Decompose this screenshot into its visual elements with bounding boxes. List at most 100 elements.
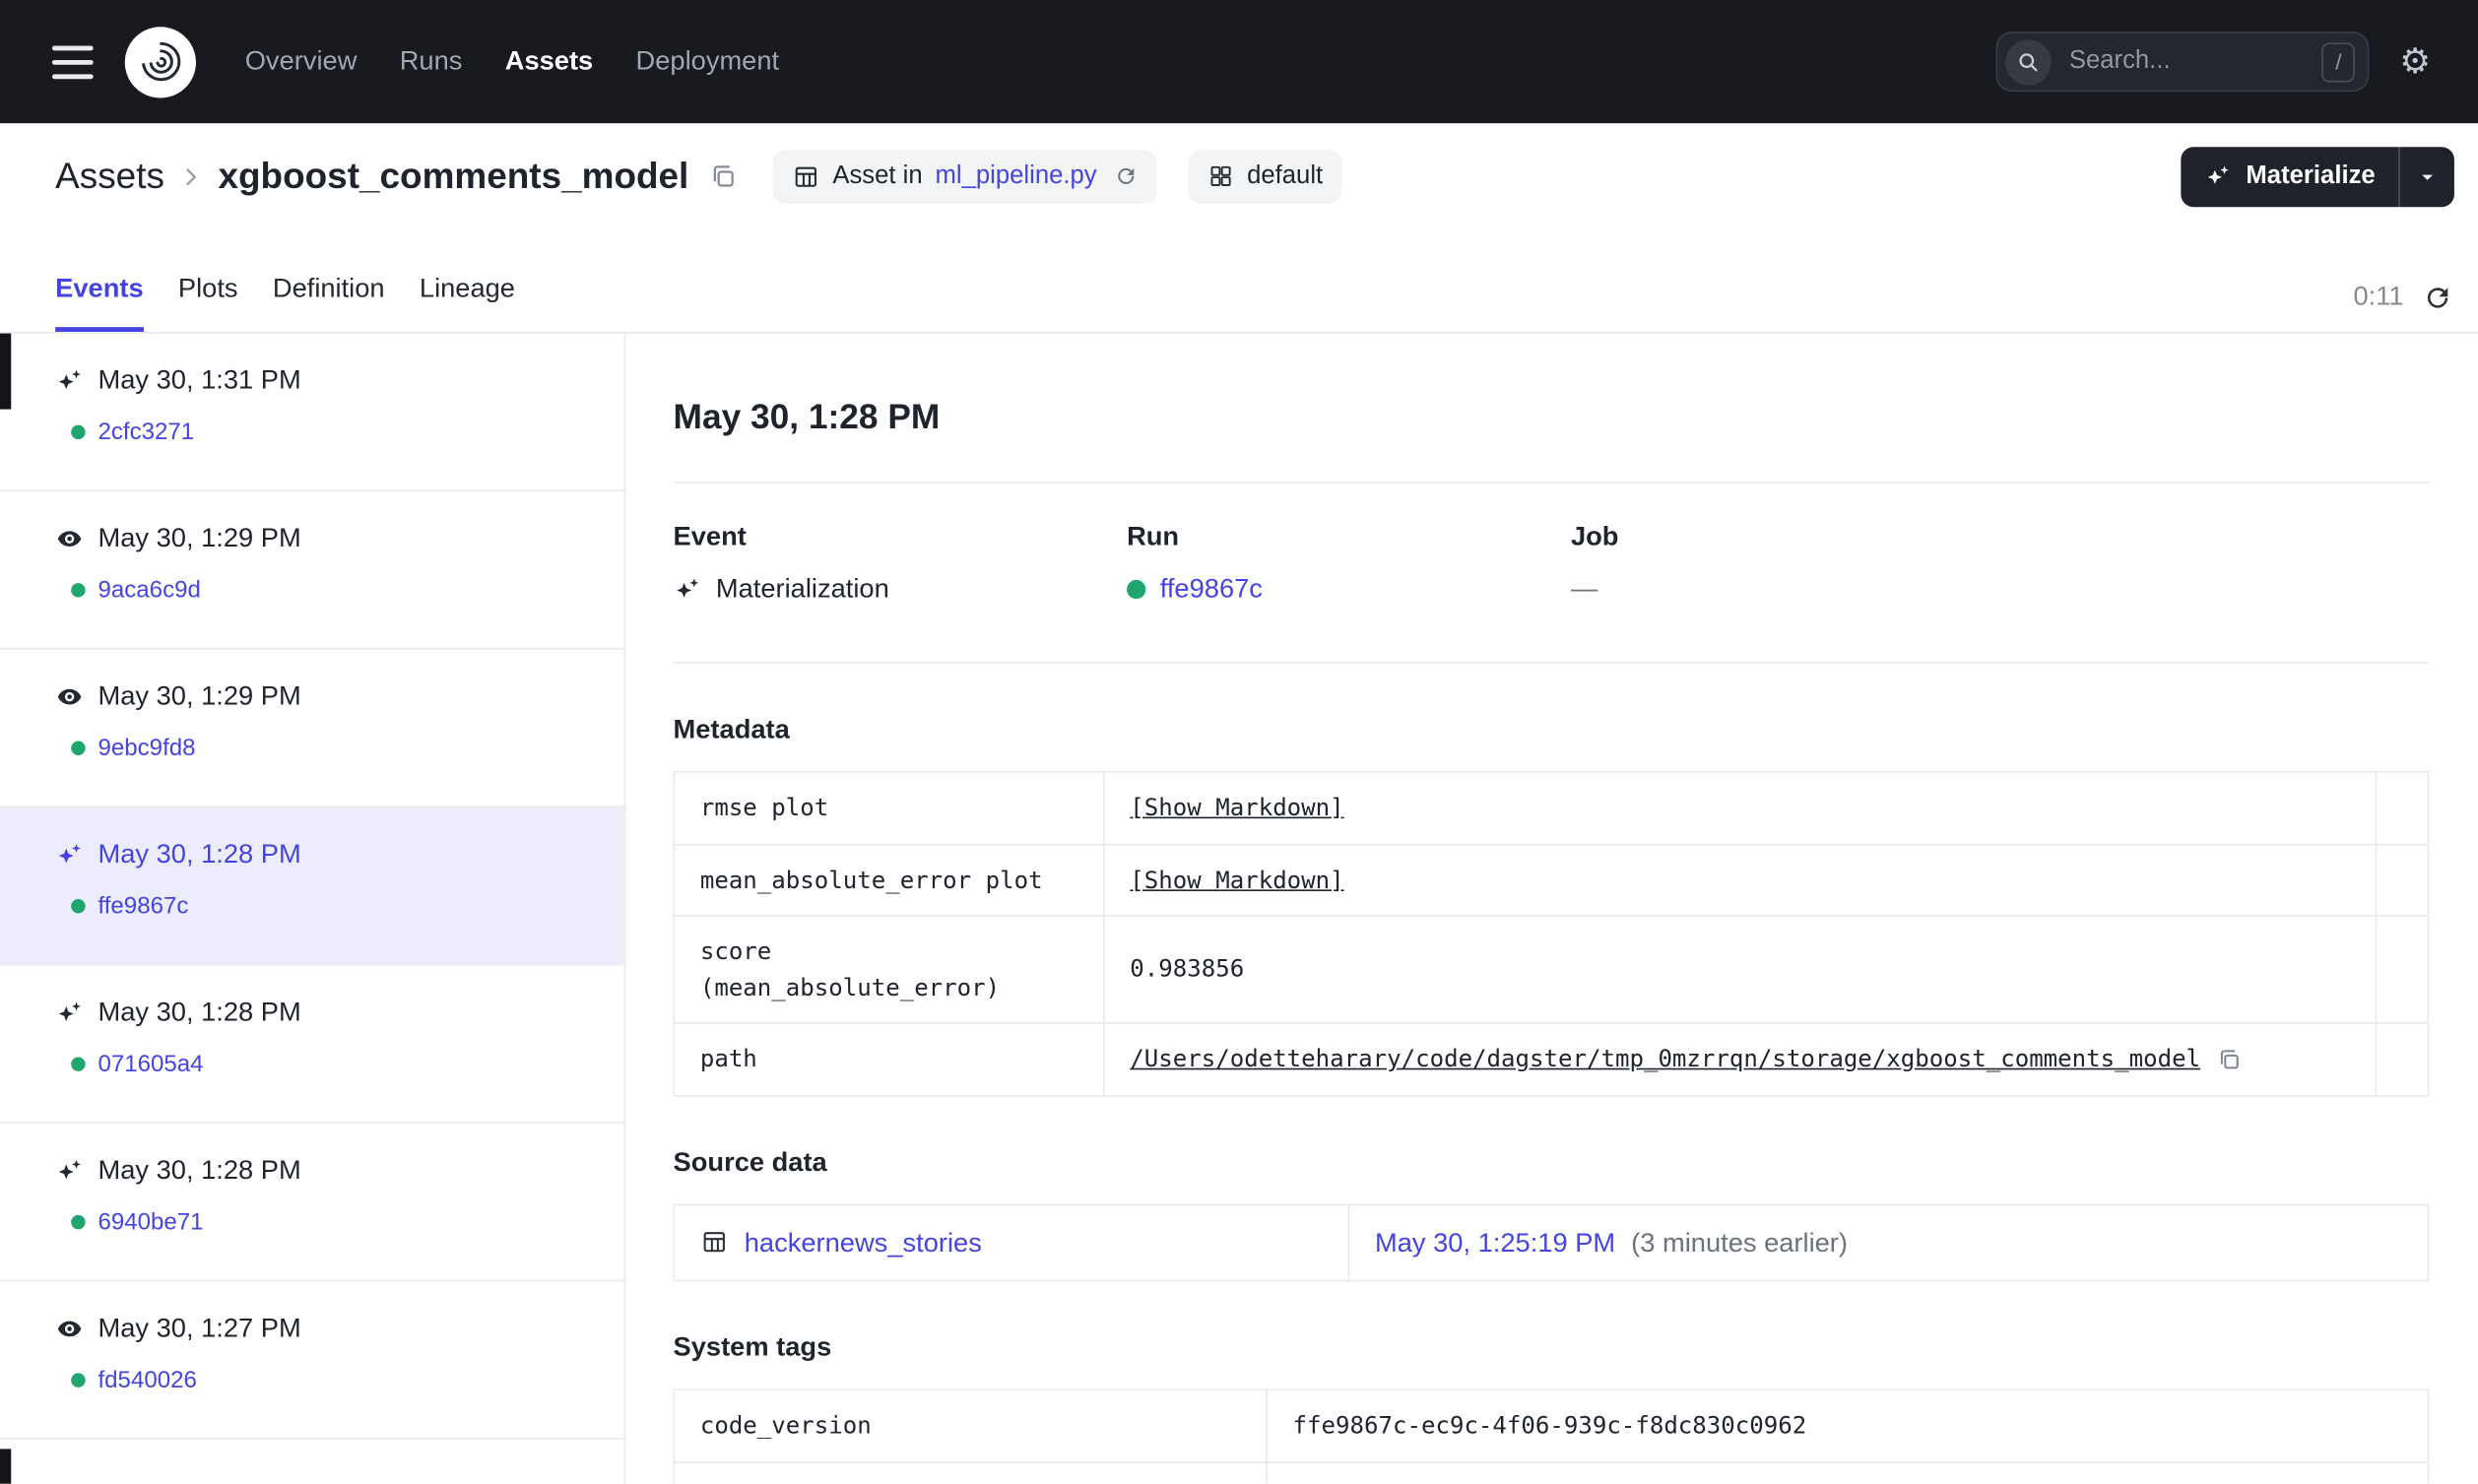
breadcrumb-assets-link[interactable]: Assets [55,155,164,197]
event-list-scrollbar-thumb[interactable] [0,1449,12,1484]
event-timestamp: May 30, 1:31 PM [98,364,301,396]
run-id-link[interactable]: 9ebc9fd8 [98,735,195,761]
run-id-link[interactable]: 9aca6c9d [98,577,200,604]
materialization-icon [55,841,84,870]
tab-bar: Events Plots Definition Lineage 0:11 [0,229,2478,334]
nav-item-deployment[interactable]: Deployment [636,46,780,78]
event-timestamp: May 30, 1:29 PM [98,680,301,712]
system-tags-table: code_version ffe9867c-ec9c-4f06-939c-f8d… [673,1388,2430,1484]
divider [673,662,2430,664]
metadata-value: 0.983856 [1130,954,1245,984]
run-status-dot [71,424,86,440]
auto-refresh-controls: 0:11 [2354,282,2453,332]
system-tags-heading: System tags [673,1331,832,1363]
event-list-item[interactable]: May 30, 1:28 PM 071605a4 [0,965,624,1124]
metadata-key: rmse plot [673,771,1105,845]
run-id-link[interactable]: fd540026 [98,1367,196,1393]
metadata-key: path [673,1022,1105,1096]
asset-location-badge: Asset in ml_pipeline.py [772,149,1157,204]
event-list-scrollbar-thumb[interactable] [0,333,12,410]
asset-table-icon [792,161,820,190]
materialize-split-button: Materialize [2181,146,2454,207]
source-data-heading: Source data [673,1146,827,1177]
menu-button[interactable] [51,44,94,79]
run-status-dot [71,899,86,914]
event-list-item[interactable]: May 30, 1:28 PM 6940be71 [0,1124,624,1282]
system-tag-row: code_version ffe9867c-ec9c-4f06-939c-f8d… [673,1388,2430,1463]
event-detail-panel: May 30, 1:28 PM Event Materialization Ru… [625,334,2478,1484]
metadata-key: mean_absolute_error plot [673,843,1105,917]
asset-badge-prefix: Asset in [832,161,923,189]
copy-path-button[interactable] [2216,1046,2243,1072]
run-id-link[interactable]: 6940be71 [98,1209,203,1236]
chevron-down-icon [2422,173,2434,180]
search-input[interactable] [2065,45,2322,78]
source-time-link[interactable]: May 30, 1:25:19 PM [1375,1222,1615,1262]
source-asset-link[interactable]: hackernews_stories [745,1222,982,1262]
materialization-icon [55,366,84,395]
metadata-row: rmse plot [Show Markdown] [673,771,2430,845]
metadata-table: rmse plot [Show Markdown] mean_absolute_… [673,771,2430,1096]
tab-definition[interactable]: Definition [273,274,385,332]
metadata-action-cell [2375,915,2430,1024]
source-data-table: hackernews_stories May 30, 1:25:19 PM (3… [673,1202,2430,1282]
observation-icon [55,525,84,553]
event-list-item[interactable]: May 30, 1:27 PM fd540026 [0,1281,624,1440]
run-status-dot [71,1057,86,1071]
run-status-dot [71,741,86,755]
event-list-item[interactable]: May 30, 1:29 PM 9aca6c9d [0,491,624,650]
metadata-table-body: rmse plot [Show Markdown] mean_absolute_… [673,771,2430,1096]
refresh-countdown: 0:11 [2353,281,2404,312]
event-list-item[interactable]: May 30, 1:31 PM 2cfc3271 [0,334,624,492]
metadata-row: path /Users/odetteharary/code/dagster/tm… [673,1022,2430,1096]
tag-key: code_version [673,1388,1268,1463]
nav-item-overview[interactable]: Overview [245,46,358,78]
run-id-link[interactable]: 2cfc3271 [98,419,194,445]
app-window: Overview Runs Assets Deployment / ⚙ Asse… [0,0,2478,1484]
reload-definitions-button[interactable] [1114,164,1138,188]
content-area: May 30, 1:31 PM 2cfc3271 May 30, 1:29 PM… [0,333,2478,1484]
metadata-value[interactable]: [Show Markdown] [1130,862,1343,897]
copy-asset-name-button[interactable] [708,161,738,191]
job-column-label: Job [1570,521,1619,552]
event-list: May 30, 1:31 PM 2cfc3271 May 30, 1:29 PM… [0,333,626,1484]
run-id-link[interactable]: 071605a4 [98,1051,203,1077]
tab-plots[interactable]: Plots [178,274,238,332]
pipeline-file-link[interactable]: ml_pipeline.py [936,161,1097,190]
metadata-value[interactable]: /Users/odetteharary/code/dagster/tmp_0mz… [1130,1041,2200,1076]
materialization-icon [55,999,84,1027]
metadata-action-cell [2375,1022,2430,1096]
metadata-heading: Metadata [673,714,790,744]
job-value: — [1570,573,1598,604]
divider [673,482,2430,484]
group-badge[interactable]: default [1188,149,1342,204]
asset-header: Assets xgboost_comments_model Asset in m… [0,123,2478,229]
event-list-item[interactable]: May 30, 1:29 PM 9ebc9fd8 [0,649,624,807]
event-timestamp: May 30, 1:28 PM [98,997,301,1027]
metadata-value[interactable]: [Show Markdown] [1130,790,1343,825]
nav-item-runs[interactable]: Runs [400,46,463,78]
refresh-button[interactable] [2423,282,2452,311]
dagster-logo[interactable] [124,26,196,97]
search-shortcut-hint: / [2321,41,2356,82]
run-id-link[interactable]: ffe9867c [1160,573,1263,605]
group-badge-label: default [1247,161,1324,189]
observation-icon [55,1315,84,1343]
tabs: Events Plots Definition Lineage [55,274,515,332]
tab-lineage[interactable]: Lineage [420,274,515,332]
materialize-button[interactable]: Materialize [2181,146,2399,207]
settings-gear-icon[interactable]: ⚙ [2399,43,2431,79]
observation-icon [55,682,84,711]
materialize-dropdown-button[interactable] [2398,146,2454,207]
run-status-dot [1127,579,1146,600]
event-type-value: Materialization [715,573,889,604]
tab-events[interactable]: Events [55,274,144,332]
run-status-dot [71,583,86,598]
metadata-action-cell [2375,843,2430,917]
event-list-item[interactable]: May 30, 1:28 PM ffe9867c [0,807,624,966]
run-id-link[interactable]: ffe9867c [98,893,188,920]
asset-name-title: xgboost_comments_model [218,155,689,196]
search-box[interactable]: / [1996,32,2370,93]
event-summary-columns: Event Materialization Run ffe9867c Job — [674,522,2430,606]
nav-item-assets[interactable]: Assets [505,46,593,78]
